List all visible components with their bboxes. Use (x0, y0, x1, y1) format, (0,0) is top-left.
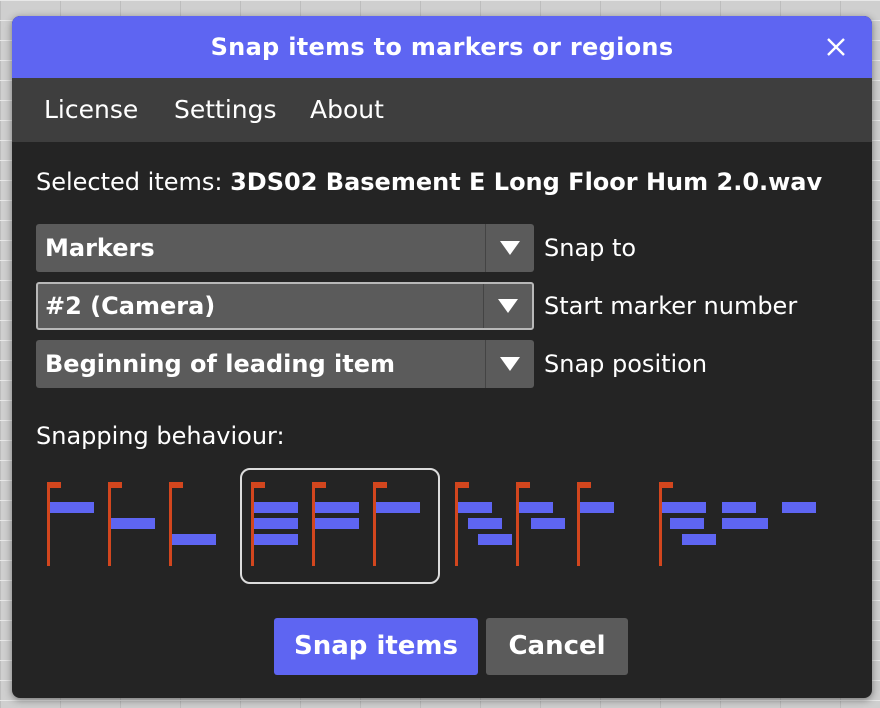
triangle-down-icon (500, 241, 520, 255)
menu-bar: License Settings About (12, 78, 872, 142)
start-marker-value: #2 (Camera) (45, 292, 216, 320)
start-marker-label: Start marker number (544, 292, 798, 320)
cancel-button[interactable]: Cancel (486, 618, 628, 675)
close-icon (827, 38, 845, 56)
selected-items-label: Selected items: (36, 168, 231, 196)
snapping-behaviour-label: Snapping behaviour: (36, 422, 285, 450)
behaviour-option-staggered-single[interactable] (40, 468, 220, 584)
snap-dialog: Snap items to markers or regions License… (12, 16, 872, 698)
snap-to-label: Snap to (544, 234, 637, 262)
start-marker-dropdown[interactable]: #2 (Camera) (36, 282, 534, 330)
sequential-groups-icon (659, 482, 816, 566)
selected-items-value: 3DS02 Basement E Long Floor Hum 2.0.wav (230, 168, 823, 196)
behaviour-option-staggered-groups[interactable] (448, 468, 620, 584)
staggered-single-icon (47, 482, 216, 566)
snap-position-dropdown-button[interactable] (485, 340, 534, 388)
snap-position-dropdown[interactable]: Beginning of leading item (36, 340, 534, 388)
close-button[interactable] (822, 33, 850, 61)
menu-settings[interactable]: Settings (174, 78, 277, 142)
snap-to-dropdown[interactable]: Markers (36, 224, 534, 272)
snap-position-value: Beginning of leading item (45, 350, 395, 378)
stacked-groups-icon (251, 482, 420, 566)
triangle-down-icon (498, 299, 518, 313)
behaviour-option-stacked-groups[interactable] (240, 468, 440, 584)
menu-license[interactable]: License (44, 78, 138, 142)
snap-to-value: Markers (45, 234, 155, 262)
behaviour-option-sequential-groups[interactable] (652, 468, 832, 584)
triangle-down-icon (500, 357, 520, 371)
title-bar: Snap items to markers or regions (12, 16, 872, 78)
selected-items-line: Selected items: 3DS02 Basement E Long Fl… (36, 168, 822, 196)
menu-about[interactable]: About (310, 78, 384, 142)
snap-to-dropdown-button[interactable] (485, 224, 534, 272)
staggered-groups-icon (455, 482, 614, 566)
snap-items-button[interactable]: Snap items (274, 618, 478, 675)
start-marker-dropdown-button[interactable] (483, 284, 532, 328)
snap-position-label: Snap position (544, 350, 708, 378)
dialog-title: Snap items to markers or regions (210, 33, 674, 61)
